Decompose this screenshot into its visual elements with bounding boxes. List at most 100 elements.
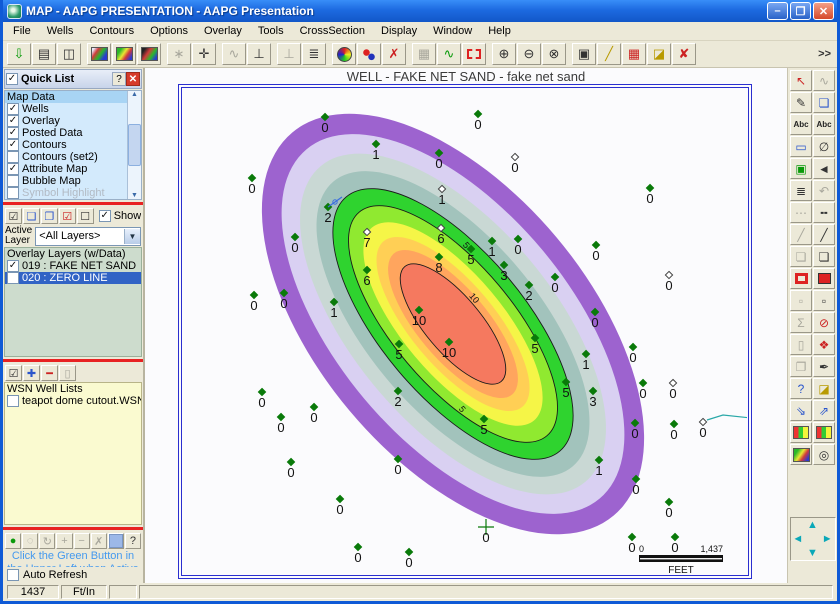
ink-pen-button[interactable]: ✒ (813, 356, 835, 377)
text-label-button[interactable]: Abc (790, 114, 812, 135)
pan-right-icon[interactable]: ► (822, 533, 833, 545)
menu-options[interactable]: Options (142, 23, 196, 39)
menu-tools[interactable]: Tools (250, 23, 292, 39)
help-button[interactable]: ? (790, 378, 812, 399)
contour-edit-button[interactable]: ∿ (437, 43, 461, 65)
chevron-down-icon[interactable]: ▼ (124, 229, 140, 244)
redo-disabled-button[interactable]: ↻ (39, 533, 55, 549)
wsn-check-button[interactable]: ☑ (5, 365, 22, 381)
item-checkbox[interactable] (7, 187, 19, 199)
quick-list-help-button[interactable]: ? (112, 72, 126, 86)
mini-map-button[interactable] (790, 444, 812, 465)
overlay-layer-item[interactable]: ✓019 : FAKE NET SAND (5, 260, 141, 272)
line-disabled-button[interactable]: ╱ (790, 224, 812, 245)
image-button[interactable]: ▣ (572, 43, 596, 65)
copy-layer-button[interactable]: ❏ (23, 208, 40, 224)
pan-up-icon[interactable]: ▲ (807, 519, 818, 531)
wsn-add-button[interactable]: ✚ (23, 365, 40, 381)
list-settings-button[interactable]: ≣ (790, 180, 812, 201)
scroll-up-icon[interactable]: ▲ (131, 91, 138, 98)
sum-disabled-button[interactable]: Σ (790, 312, 812, 333)
quick-list-item[interactable]: Symbol Highlight (5, 187, 141, 199)
quick-list-item[interactable]: Contours (set2) (5, 151, 141, 163)
grid-disabled-button[interactable]: ▦ (412, 43, 436, 65)
quick-list-group-map-data[interactable]: Map Data (5, 91, 141, 103)
panel-help-button[interactable]: ? (125, 533, 141, 549)
item-checkbox[interactable] (7, 395, 19, 407)
item-checkbox[interactable] (7, 199, 19, 200)
empty-set-button[interactable]: ∅ (813, 136, 835, 157)
close-button[interactable]: ✕ (813, 2, 834, 20)
well-symbol-button[interactable]: ⊥ (247, 43, 271, 65)
cancel-disabled-button[interactable]: ✗ (91, 533, 107, 549)
posted-wells-button[interactable]: ✛ (192, 43, 216, 65)
minimize-button[interactable]: – (767, 2, 788, 20)
palette-a-button[interactable] (790, 422, 812, 443)
menu-wells[interactable]: Wells (39, 23, 82, 39)
red-filled-rect-button[interactable] (813, 268, 835, 289)
delete-wells-button[interactable]: ✗ (382, 43, 406, 65)
show-checkbox[interactable]: ✓ (99, 210, 111, 222)
pencil-button[interactable]: ✎ (790, 92, 812, 113)
measure-button[interactable]: ╱ (597, 43, 621, 65)
red-check-button[interactable]: ☑ (59, 208, 76, 224)
eraser-shape-button[interactable]: ◪ (813, 378, 835, 399)
bubble-map-button[interactable] (357, 43, 381, 65)
uncheck-button[interactable]: ☐ (77, 208, 94, 224)
auto-refresh-checkbox[interactable] (7, 569, 19, 581)
print-preview-button[interactable]: ◫ (57, 43, 81, 65)
pan-down-icon[interactable]: ▼ (807, 547, 818, 559)
print-button[interactable]: ▤ (32, 43, 56, 65)
pan-navigator[interactable]: ▲ ◄ ► ▼ (790, 517, 836, 561)
small-square-button[interactable]: ▫ (813, 290, 835, 311)
item-checkbox[interactable] (7, 272, 19, 284)
new-map-button[interactable] (87, 43, 111, 65)
menu-window[interactable]: Window (425, 23, 480, 39)
toolbar-overflow-chevron[interactable]: >> (818, 48, 831, 60)
item-checkbox[interactable] (7, 151, 19, 163)
quick-list-checkbox[interactable]: ✓ (6, 73, 18, 85)
import-button[interactable]: ⇩ (7, 43, 31, 65)
menu-display[interactable]: Display (373, 23, 425, 39)
import-layer-button[interactable]: ⇘ (790, 400, 812, 421)
refresh-green-button[interactable]: ● (5, 533, 21, 549)
active-layer-dropdown[interactable]: <All Layers> ▼ (35, 227, 141, 246)
quick-list-item[interactable]: ✓Contours (5, 139, 141, 151)
maximize-button[interactable]: ❐ (790, 2, 811, 20)
open-map-button[interactable] (112, 43, 136, 65)
layers-button[interactable]: ❏ (813, 92, 835, 113)
digitize-disabled-button[interactable]: ∿ (813, 70, 835, 91)
text-multi-button[interactable]: Abc (813, 114, 835, 135)
shape-edit-button[interactable]: ❖ (813, 334, 835, 355)
red-outline-rect-button[interactable] (790, 268, 812, 289)
quick-list-item[interactable]: Bubble Map (5, 175, 141, 187)
wsn-list-item[interactable]: teapot dome cutout.WSN (5, 395, 141, 407)
spreadsheet-button[interactable]: ▦ (622, 43, 646, 65)
paste-disabled-button[interactable]: ❐ (790, 356, 812, 377)
menu-file[interactable]: File (5, 23, 39, 39)
item-checkbox[interactable] (7, 175, 19, 187)
quick-list-close-button[interactable]: ✕ (126, 72, 140, 86)
well-section-disabled-button[interactable]: ∿ (222, 43, 246, 65)
aoi-button[interactable] (462, 43, 486, 65)
arrow-left-button[interactable]: ◄ (813, 158, 835, 179)
check-all-layers-button[interactable]: ☑ (5, 208, 22, 224)
quick-list-item[interactable]: ✓Attribute Map (5, 163, 141, 175)
contour-map[interactable]: 5105000100012760851030206000110010551000… (183, 89, 747, 574)
close-map-button[interactable] (137, 43, 161, 65)
zoom-help-button[interactable]: ◎ (813, 444, 835, 465)
map-canvas[interactable]: WELL - FAKE NET SAND - fake net sand 510… (145, 68, 787, 583)
remove-disabled-button[interactable]: − (74, 533, 90, 549)
add-disabled-button[interactable]: + (56, 533, 72, 549)
small-squares-disabled-button[interactable]: ▫ (790, 290, 812, 311)
select-cursor-button[interactable]: ↖ (790, 70, 812, 91)
quick-list-item[interactable]: ✓Overlay (5, 115, 141, 127)
item-checkbox[interactable]: ✓ (7, 115, 19, 127)
menu-contours[interactable]: Contours (81, 23, 142, 39)
quick-list-item[interactable]: ✓Wells (5, 103, 141, 115)
line-button[interactable]: ╱ (813, 224, 835, 245)
item-checkbox[interactable]: ✓ (7, 260, 19, 272)
image-frame-button[interactable]: ▣ (790, 158, 812, 179)
item-checkbox[interactable]: ✓ (7, 139, 19, 151)
zoom-out-button[interactable]: ⊖ (517, 43, 541, 65)
